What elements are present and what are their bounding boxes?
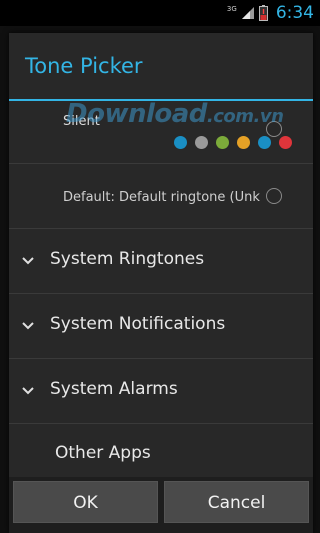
group-label: System Alarms [50, 379, 178, 399]
default-ringtone-radio[interactable] [266, 188, 282, 204]
signal-icon [241, 6, 255, 20]
battery-icon [258, 5, 268, 21]
cancel-button[interactable]: Cancel [164, 481, 309, 523]
silent-label: Silent [63, 114, 100, 129]
list-item-silent[interactable]: Silent [9, 101, 313, 164]
list-item-other-apps[interactable]: Other Apps [9, 424, 313, 476]
dialog-button-bar: OK Cancel [9, 477, 313, 533]
group-label: System Notifications [50, 314, 226, 334]
network-type-label: 3G [226, 4, 237, 13]
tone-list: Silent Default: Default ringtone (Unknow… [9, 101, 313, 476]
silent-radio[interactable] [266, 121, 282, 137]
tone-picker-dialog: Tone Picker Silent Default: Default ring… [9, 33, 313, 533]
status-bar: 3G 6:34 [0, 0, 320, 26]
chevron-down-icon [22, 257, 34, 265]
status-clock: 6:34 [275, 3, 314, 23]
screen: 3G 6:34 Tone Picker Silent Default: Defa… [0, 0, 320, 533]
ok-button[interactable]: OK [13, 481, 158, 523]
chevron-down-icon [22, 322, 34, 330]
other-apps-label: Other Apps [55, 443, 151, 463]
group-system-ringtones[interactable]: System Ringtones [9, 229, 313, 294]
chevron-down-icon [22, 387, 34, 395]
group-label: System Ringtones [50, 249, 205, 269]
default-ringtone-label: Default: Default ringtone (Unknown) [63, 190, 261, 205]
status-icons: 3G 6:34 [227, 2, 314, 24]
group-system-alarms[interactable]: System Alarms [9, 359, 313, 424]
group-system-notifications[interactable]: System Notifications [9, 294, 313, 359]
list-item-default-ringtone[interactable]: Default: Default ringtone (Unknown) [9, 164, 313, 229]
dialog-title: Tone Picker [25, 54, 143, 78]
